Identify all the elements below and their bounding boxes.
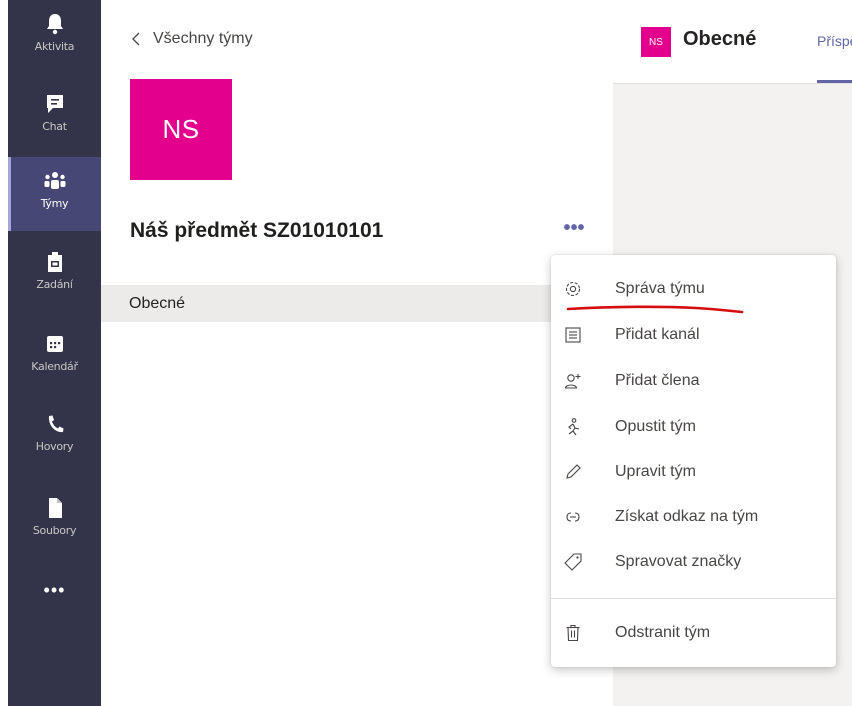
teams-icon [43, 169, 67, 193]
menu-item-label: Přidat kanál [615, 326, 700, 343]
menu-item-edit-team[interactable]: Upravit tým [551, 452, 836, 492]
team-name: Náš předmět SZ01010101 [130, 219, 384, 242]
team-context-menu: Správa týmu Přidat kanál Přidat člena Op… [551, 255, 836, 667]
channel-team-initials: NS [649, 36, 663, 48]
red-underline-annotation [566, 305, 744, 314]
channel-label: Obecné [129, 294, 186, 312]
menu-item-label: Získat odkaz na tým [615, 508, 759, 525]
team-panel: Všechny týmy NS Náš předmět SZ01010101 •… [101, 0, 613, 706]
trash-icon [563, 623, 583, 643]
menu-item-add-channel[interactable]: Přidat kanál [551, 315, 836, 355]
channel-title: Obecné [683, 28, 757, 50]
tab-posts[interactable]: Příspěvky [817, 33, 852, 49]
menu-item-add-member[interactable]: Přidat člena [551, 361, 836, 401]
appbar-label: Zadání [36, 278, 73, 291]
more-apps-button[interactable]: ••• [8, 580, 101, 601]
file-icon [43, 496, 67, 520]
menu-item-label: Opustit tým [615, 418, 696, 435]
appbar-item-chat[interactable]: Chat [8, 80, 101, 154]
menu-item-label: Upravit tým [615, 463, 696, 480]
menu-item-label: Přidat člena [615, 372, 700, 389]
appbar-label: Soubory [32, 524, 77, 537]
bell-icon [43, 12, 67, 36]
team-initials: NS [162, 114, 200, 144]
appbar-label: Kalendář [31, 360, 78, 373]
gear-icon [563, 279, 583, 299]
appbar-label: Chat [42, 120, 67, 133]
appbar-item-calendar[interactable]: Kalendář [8, 320, 101, 394]
appbar-item-teams[interactable]: Týmy [8, 157, 101, 231]
team-avatar: NS [130, 79, 232, 180]
back-label: Všechny týmy [153, 30, 253, 47]
team-more-options-button[interactable]: ••• [559, 218, 589, 242]
chat-icon [43, 92, 67, 116]
menu-item-label: Správa týmu [615, 280, 705, 297]
calendar-icon [43, 332, 67, 356]
menu-item-manage-tags[interactable]: Spravovat značky [551, 542, 836, 582]
list-icon [563, 325, 583, 345]
channel-header: NS Obecné Příspěvky [613, 0, 852, 84]
menu-item-label: Spravovat značky [615, 553, 742, 570]
menu-item-label: Odstranit tým [615, 624, 711, 641]
appbar-item-assignments[interactable]: Zadání [8, 238, 101, 312]
add-person-icon [563, 371, 583, 391]
assignments-icon [43, 250, 67, 274]
link-icon [563, 507, 583, 527]
active-tab-indicator [817, 80, 852, 83]
appbar-item-calls[interactable]: Hovory [8, 400, 101, 474]
chevron-left-icon [132, 32, 140, 46]
appbar-label: Týmy [40, 197, 69, 210]
menu-divider [551, 598, 836, 599]
appbar-label: Hovory [35, 440, 74, 453]
app-bar: Aktivita Chat Týmy Zadání Kalendář Hovor… [8, 0, 101, 706]
menu-item-delete-team[interactable]: Odstranit tým [551, 613, 836, 653]
menu-item-get-link[interactable]: Získat odkaz na tým [551, 497, 836, 537]
appbar-label: Aktivita [34, 40, 75, 53]
appbar-item-files[interactable]: Soubory [8, 484, 101, 558]
menu-item-leave-team[interactable]: Opustit tým [551, 407, 836, 447]
all-teams-back-link[interactable]: Všechny týmy [129, 30, 253, 48]
tag-icon [563, 552, 583, 572]
phone-icon [43, 412, 67, 436]
leave-icon [563, 417, 583, 437]
channel-item-general[interactable]: Obecné [101, 285, 613, 322]
appbar-item-activity[interactable]: Aktivita [8, 0, 101, 74]
channel-team-avatar: NS [641, 27, 671, 57]
pencil-icon [563, 462, 583, 482]
